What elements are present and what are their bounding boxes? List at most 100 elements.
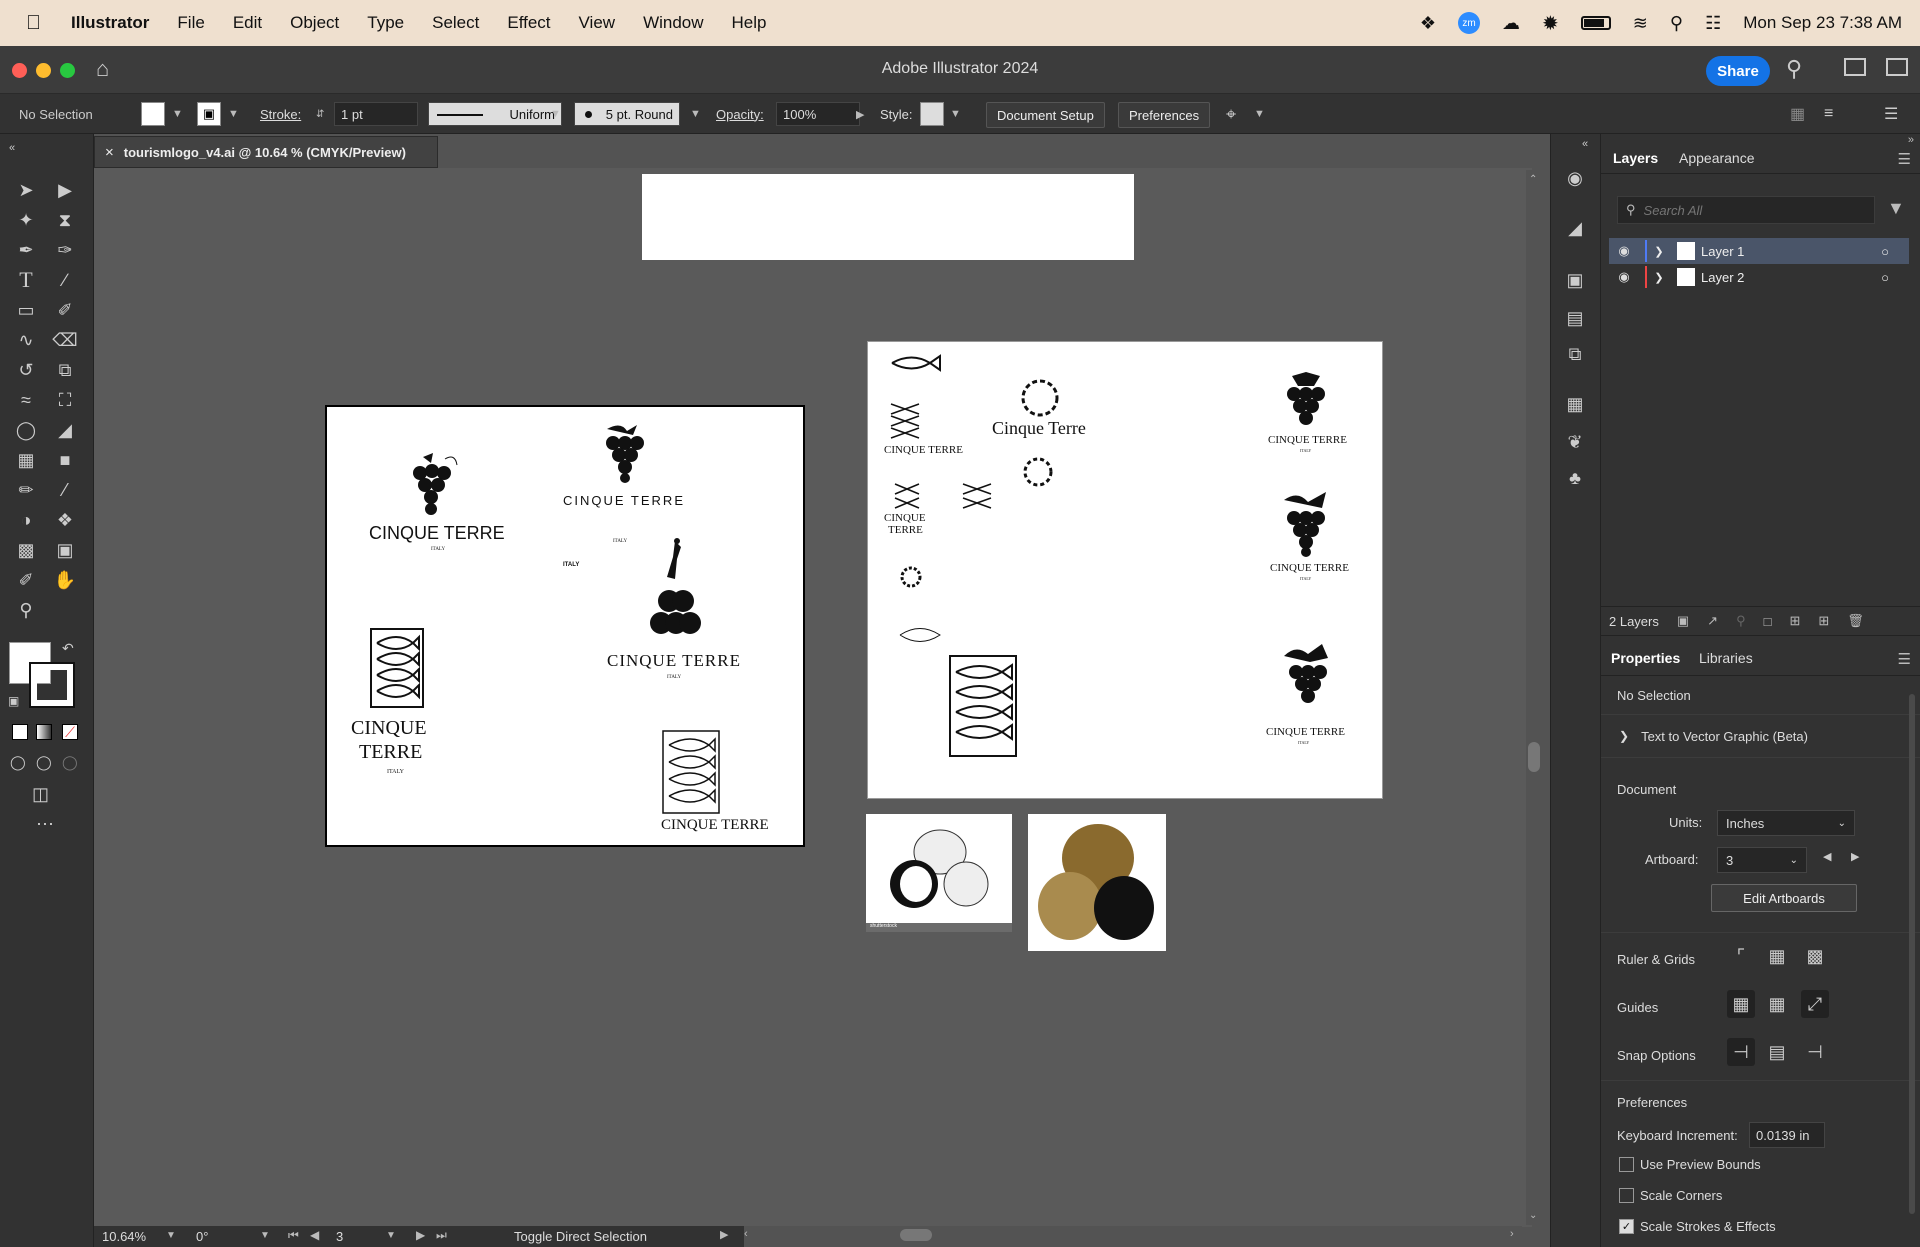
grid-icon[interactable]: ▦	[1763, 942, 1791, 970]
libraries-panel-icon[interactable]: ▦	[1561, 390, 1589, 418]
rulers-icon[interactable]: ⌜	[1727, 942, 1755, 970]
measure-tool-icon[interactable]: ⁄	[50, 476, 80, 504]
transform-dropdown[interactable]: ▼	[1254, 102, 1265, 126]
draw-behind-icon[interactable]: ◯	[36, 754, 52, 771]
distribute-icon[interactable]: ≡	[1824, 102, 1833, 126]
brush-dropdown[interactable]: ▼	[690, 102, 701, 126]
barrel-color-image[interactable]	[1028, 814, 1166, 951]
default-fill-stroke-icon[interactable]: ▣	[8, 694, 19, 708]
style-dropdown[interactable]: ▼	[950, 102, 961, 126]
gradient-mode-icon[interactable]	[36, 724, 52, 740]
stroke-label[interactable]: Stroke:	[260, 102, 301, 126]
layer-target-icon[interactable]: ○	[1881, 270, 1889, 285]
panel-toggle-icon[interactable]	[1886, 58, 1908, 76]
next-artboard-icon[interactable]: ▶	[416, 1228, 425, 1242]
line-tool-icon[interactable]: ∕	[50, 266, 80, 294]
stroke-weight-field[interactable]: 1 pt	[334, 102, 418, 126]
rectangle-tool-icon[interactable]: ▭	[11, 296, 41, 324]
scroll-right-icon[interactable]: ›	[1510, 1228, 1514, 1240]
menu-view[interactable]: View	[579, 13, 616, 33]
units-select[interactable]: Inches ⌄	[1717, 810, 1855, 836]
arrange-documents-icon[interactable]	[1844, 58, 1866, 76]
transparency-grid-icon[interactable]: ▩	[1801, 942, 1829, 970]
tab-layers[interactable]: Layers	[1613, 150, 1658, 166]
new-sublayer-icon[interactable]: ⊞	[1789, 613, 1800, 629]
fill-swatch[interactable]	[141, 102, 165, 126]
expand-layer-icon[interactable]: ❯	[1647, 245, 1671, 258]
blend-tool-icon[interactable]: ◑	[11, 506, 41, 534]
style-swatch[interactable]	[920, 102, 944, 126]
artboard-canvas[interactable]: CINQUE TERRE ITALY CINQUE TERRE ITALY IT…	[94, 168, 1532, 1227]
menu-effect[interactable]: Effect	[507, 13, 550, 33]
collect-export-icon[interactable]: ▣	[1677, 613, 1689, 629]
variable-width-profile[interactable]: Uniform	[428, 102, 562, 126]
layer-row-2[interactable]: ◉ ❯ Layer 2 ○	[1609, 264, 1909, 290]
lasso-tool-icon[interactable]: ⧗	[50, 206, 80, 234]
scroll-up-icon[interactable]: ⌃	[1529, 174, 1537, 185]
draw-normal-icon[interactable]: ◯	[10, 754, 26, 771]
color-mode-icon[interactable]	[12, 724, 28, 740]
symbols-panel-icon[interactable]: ♣	[1561, 464, 1589, 492]
layer-name[interactable]: Layer 2	[1701, 270, 1881, 285]
layers-search-box[interactable]: ⚲	[1617, 196, 1875, 224]
vertical-scroll-thumb[interactable]	[1528, 742, 1540, 772]
previous-artboard-icon[interactable]: ◀	[1823, 850, 1831, 863]
brush-definition[interactable]: 5 pt. Round	[574, 102, 680, 126]
vertical-scrollbar[interactable]: ⌃ ⌄	[1526, 170, 1542, 1225]
creative-cloud-icon[interactable]: ☁	[1502, 13, 1520, 34]
type-tool-icon[interactable]: T	[11, 266, 41, 294]
zoom-tool-icon[interactable]: ⚲	[11, 596, 41, 624]
menu-type[interactable]: Type	[367, 13, 404, 33]
panel-menu-icon[interactable]: ☰	[1884, 102, 1898, 126]
curvature-tool-icon[interactable]: ✑	[50, 236, 80, 264]
layers-search-input[interactable]	[1643, 202, 1844, 218]
stroke-stepper[interactable]: ⇵	[316, 102, 324, 126]
transform-icon[interactable]: ⌖	[1226, 102, 1236, 126]
zoom-dropdown[interactable]: ▼	[166, 1230, 176, 1241]
direct-selection-tool-icon[interactable]: ▶	[50, 176, 80, 204]
warp-tool-icon[interactable]: ≈	[11, 386, 41, 414]
apple-icon[interactable]: 	[26, 12, 41, 35]
collapse-toolbar-icon[interactable]: «	[2, 134, 22, 162]
artboard-number-field[interactable]: 3	[336, 1229, 343, 1244]
status-menu-arrow[interactable]: ▶	[720, 1228, 728, 1241]
artboard-tool-icon[interactable]: ▣	[50, 536, 80, 564]
menu-edit[interactable]: Edit	[233, 13, 262, 33]
artboard-top[interactable]	[642, 174, 1134, 260]
eraser-tool-icon[interactable]: ⌫	[50, 326, 80, 354]
visibility-eye-icon[interactable]: ◉	[1609, 269, 1639, 285]
tab-properties[interactable]: Properties	[1611, 650, 1680, 666]
preferences-button[interactable]: Preferences	[1118, 102, 1211, 128]
export-icon[interactable]: ↗	[1707, 613, 1718, 629]
zoom-icon[interactable]: zm	[1458, 12, 1481, 34]
delete-layer-icon[interactable]: 🗑	[1847, 613, 1864, 629]
next-artboard-icon[interactable]: ▶	[1851, 850, 1859, 863]
layer-row-1[interactable]: ◉ ❯ Layer 1 ○	[1609, 238, 1909, 264]
tab-libraries[interactable]: Libraries	[1699, 650, 1753, 666]
properties-panel-menu-icon[interactable]: ☰	[1898, 650, 1911, 668]
battery-icon[interactable]	[1580, 16, 1611, 30]
horizontal-scroll-thumb[interactable]	[900, 1229, 932, 1241]
stroke-swatch-dropdown[interactable]: ▼	[228, 102, 239, 126]
layers-panel-menu-icon[interactable]: ☰	[1898, 150, 1911, 168]
rotation-field[interactable]: 0°	[196, 1229, 208, 1244]
figma-icon[interactable]: ❖	[1420, 13, 1436, 34]
horizontal-scrollbar[interactable]: ‹ ›	[740, 1226, 1522, 1244]
eyedropper-tool-icon[interactable]: ✏	[11, 476, 41, 504]
opacity-label[interactable]: Opacity:	[716, 102, 764, 126]
text-to-vector-row[interactable]: ❯ Text to Vector Graphic (Beta)	[1601, 714, 1920, 758]
lock-guides-icon[interactable]: ▦	[1763, 990, 1791, 1018]
visibility-eye-icon[interactable]: ◉	[1609, 243, 1639, 259]
slice-tool-icon[interactable]: ✐	[11, 566, 41, 594]
use-preview-bounds-row[interactable]: Use Preview Bounds	[1619, 1157, 1761, 1172]
opacity-field[interactable]: 100%	[776, 102, 860, 126]
new-layer-icon[interactable]: ⊞	[1818, 613, 1829, 629]
document-setup-button[interactable]: Document Setup	[986, 102, 1105, 128]
layer-target-icon[interactable]: ○	[1881, 244, 1889, 259]
barrel-sketch-image[interactable]: shutterstock	[866, 814, 1012, 932]
menu-help[interactable]: Help	[732, 13, 767, 33]
expand-layer-icon[interactable]: ❯	[1647, 271, 1671, 284]
none-mode-icon[interactable]: ⟋	[62, 724, 78, 740]
menu-window[interactable]: Window	[643, 13, 703, 33]
free-transform-tool-icon[interactable]: ⛶	[50, 386, 80, 414]
